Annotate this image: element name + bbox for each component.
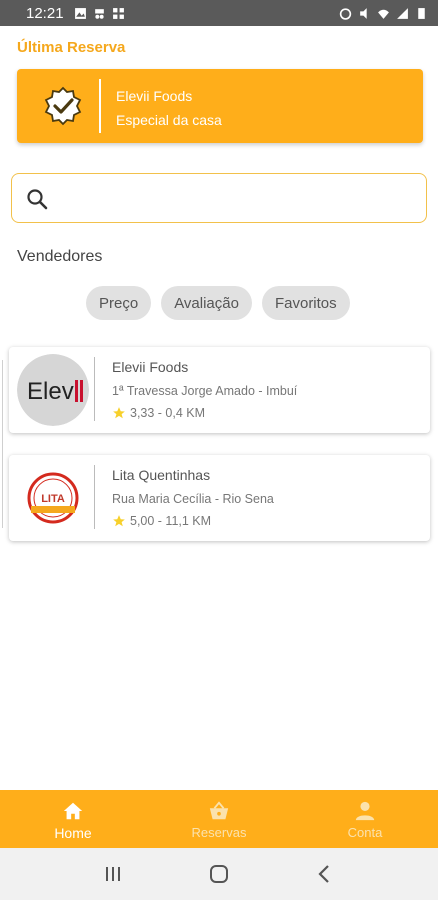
- filter-chip-favorites[interactable]: Favoritos: [261, 286, 350, 320]
- status-right-icons: [339, 7, 428, 20]
- verified-badge-icon: [44, 86, 82, 126]
- home-icon: [63, 802, 83, 820]
- search-input[interactable]: [62, 184, 412, 212]
- filter-chips: Preço Avaliação Favoritos: [86, 286, 350, 320]
- vendor-rating-distance: 5,00 - 11,1 KM: [130, 514, 212, 528]
- battery-icon: [418, 7, 425, 19]
- star-icon: [113, 515, 125, 527]
- vendor-logo-elevii: Elev: [17, 354, 89, 426]
- card-divider: [99, 79, 101, 133]
- recent-apps-icon[interactable]: [101, 862, 125, 886]
- back-icon[interactable]: [313, 862, 337, 886]
- nav-home[interactable]: Home: [0, 790, 146, 848]
- alarm-icon: [339, 7, 352, 20]
- logo-text: Elev: [27, 378, 74, 405]
- person-icon: [355, 801, 375, 821]
- vendor-rating-distance: 3,33 - 0,4 KM: [130, 406, 206, 420]
- mute-icon: [360, 7, 367, 19]
- vendor-divider: [94, 357, 95, 421]
- last-reservation-item: Especial da casa: [116, 112, 222, 128]
- vendor-address: Rua Maria Cecília - Rio Sena: [112, 492, 274, 506]
- status-left-icons: [74, 7, 125, 20]
- nav-reservas-label: Reservas: [191, 825, 247, 840]
- search-box[interactable]: [11, 173, 427, 223]
- last-reservation-vendor: Elevii Foods: [116, 88, 193, 104]
- bottom-nav: Home Reservas Conta: [0, 790, 438, 848]
- nav-conta-label: Conta: [347, 825, 383, 840]
- grid-icon: [112, 7, 124, 19]
- logo-text: LITA: [41, 493, 65, 505]
- basket-icon: [209, 801, 229, 820]
- vendor-name: Lita Quentinhas: [112, 467, 211, 483]
- star-icon: [113, 407, 125, 419]
- vendor-card[interactable]: Elev Elevii Foods 1ª Travessa Jorge Amad…: [9, 347, 430, 433]
- vendor-rating: 3,33 - 0,4 KM: [112, 406, 205, 420]
- home-button-icon[interactable]: [207, 862, 231, 886]
- last-reservation-card[interactable]: Elevii Foods Especial da casa: [17, 69, 423, 143]
- signal-icon: [397, 7, 408, 19]
- wifi-icon: [378, 9, 389, 19]
- filter-chip-rating[interactable]: Avaliação: [161, 286, 252, 320]
- vendors-title: Vendedores: [17, 248, 103, 265]
- edge-indicator: [0, 360, 3, 528]
- status-bar: 12:21: [0, 0, 438, 26]
- nav-reservas[interactable]: Reservas: [146, 790, 292, 848]
- vendor-name: Elevii Foods: [112, 359, 189, 375]
- filter-chip-price[interactable]: Preço: [86, 286, 152, 320]
- system-nav-bar: [0, 848, 438, 900]
- incognito-icon: [94, 8, 104, 19]
- vendor-divider: [94, 465, 95, 529]
- nav-conta[interactable]: Conta: [292, 790, 438, 848]
- vendor-rating: 5,00 - 11,1 KM: [112, 514, 211, 528]
- search-icon: [27, 189, 48, 210]
- status-time: 12:21: [26, 4, 64, 22]
- nav-home-label: Home: [54, 825, 92, 841]
- vendor-logo-lita: LITA: [17, 462, 89, 534]
- last-reservation-title: Última Reserva: [17, 39, 126, 56]
- vendor-address: 1ª Travessa Jorge Amado - Imbuí: [112, 384, 298, 398]
- gallery-icon: [74, 7, 86, 19]
- vendor-card[interactable]: LITA Lita Quentinhas Rua Maria Cecília -…: [9, 455, 430, 541]
